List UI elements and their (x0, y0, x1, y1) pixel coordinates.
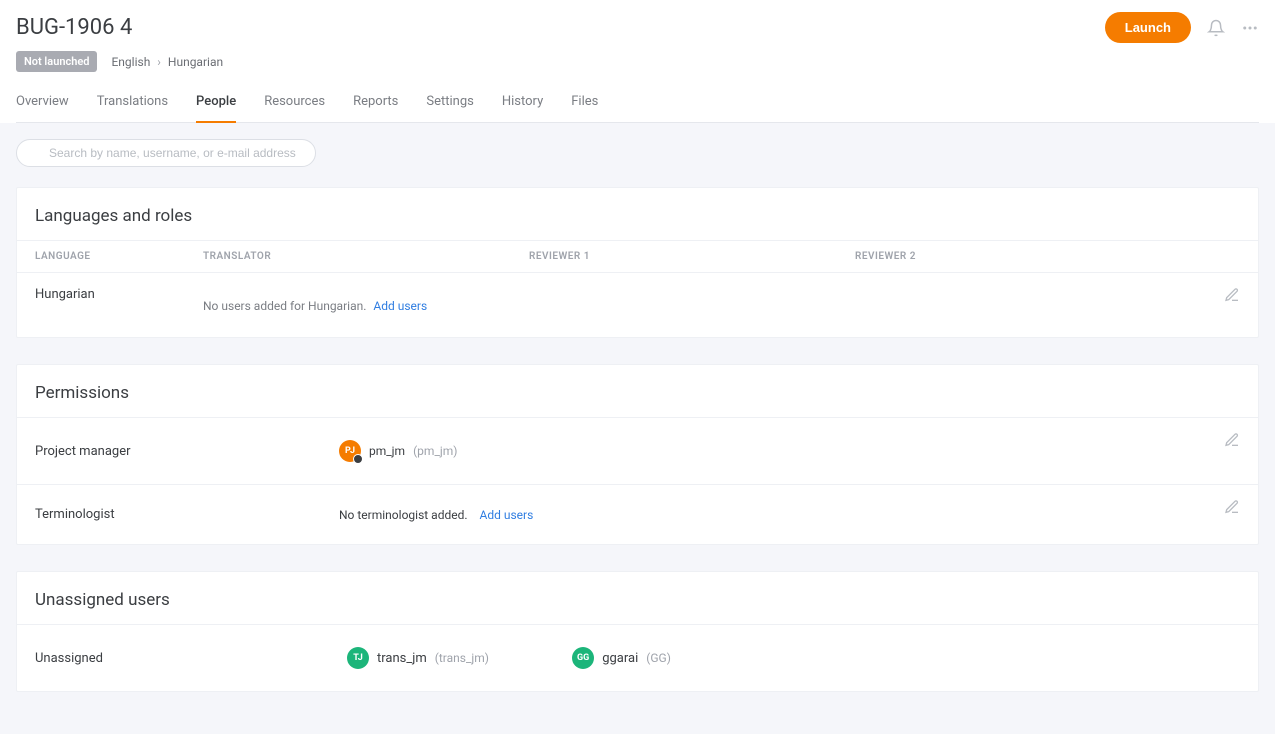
avatar: GG (572, 647, 594, 669)
user-display: trans_jm (377, 651, 427, 666)
avatar: PJ (339, 440, 361, 462)
notifications-icon[interactable] (1207, 19, 1225, 37)
perm-value-pm: PJ pm_jm (pm_jm) (339, 440, 1240, 462)
user-chip[interactable]: TJ trans_jm (trans_jm) (347, 647, 489, 669)
tab-settings[interactable]: Settings (426, 86, 473, 123)
lang-from: English (111, 55, 150, 69)
tab-files[interactable]: Files (571, 86, 598, 123)
permissions-title: Permissions (17, 365, 1258, 417)
perm-empty-text: No terminologist added. (339, 508, 468, 522)
unassigned-label: Unassigned (35, 651, 347, 666)
unassigned-title: Unassigned users (17, 572, 1258, 624)
languages-table-header: LANGUAGE TRANSLATOR REVIEWER 1 REVIEWER … (17, 240, 1258, 273)
perm-value-term: No terminologist added. Add users (339, 508, 1240, 522)
unassigned-users: TJ trans_jm (trans_jm) GG ggarai (GG) (347, 647, 751, 669)
add-users-link[interactable]: Add users (480, 508, 534, 522)
row-empty-text: No users added for Hungarian. (203, 299, 366, 313)
sub-header: Not launched English › Hungarian (16, 51, 1259, 86)
user-display: ggarai (602, 651, 638, 666)
col-translator: TRANSLATOR (203, 251, 529, 262)
user-chip[interactable]: GG ggarai (GG) (572, 647, 671, 669)
search-bar (16, 139, 1259, 167)
row-language-name: Hungarian (35, 287, 203, 302)
user-display: pm_jm (369, 444, 405, 458)
perm-label-term: Terminologist (35, 507, 339, 522)
more-icon[interactable] (1241, 19, 1259, 37)
perm-label-pm: Project manager (35, 444, 339, 459)
edit-icon[interactable] (1224, 287, 1240, 307)
title-row: BUG-1906 4 Launch (16, 12, 1259, 51)
languages-roles-title: Languages and roles (17, 188, 1258, 240)
tab-people[interactable]: People (196, 86, 236, 123)
edit-icon[interactable] (1224, 499, 1240, 519)
add-users-link[interactable]: Add users (373, 299, 427, 313)
user-username: (pm_jm) (413, 444, 457, 458)
header-actions: Launch (1105, 12, 1259, 43)
row-empty: No users added for Hungarian. Add users (203, 287, 1240, 313)
language-pair: English › Hungarian (111, 55, 223, 69)
user-username: (trans_jm) (435, 651, 489, 665)
edit-icon[interactable] (1224, 432, 1240, 452)
page-title: BUG-1906 4 (16, 15, 132, 40)
user-username: (GG) (646, 651, 671, 665)
tab-overview[interactable]: Overview (16, 86, 69, 123)
col-reviewer1: REVIEWER 1 (529, 251, 855, 262)
tab-translations[interactable]: Translations (97, 86, 168, 123)
permissions-card: Permissions Project manager PJ pm_jm (pm… (16, 364, 1259, 545)
search-input[interactable] (16, 139, 316, 167)
status-badge: Not launched (16, 51, 97, 72)
languages-roles-card: Languages and roles LANGUAGE TRANSLATOR … (16, 187, 1259, 338)
permission-row-terminologist: Terminologist No terminologist added. Ad… (17, 484, 1258, 544)
chevron-right-icon: › (157, 55, 161, 69)
permission-row-pm: Project manager PJ pm_jm (pm_jm) (17, 417, 1258, 484)
tab-resources[interactable]: Resources (264, 86, 325, 123)
tab-history[interactable]: History (502, 86, 543, 123)
tab-reports[interactable]: Reports (353, 86, 398, 123)
unassigned-row: Unassigned TJ trans_jm (trans_jm) GG gga… (17, 624, 1258, 691)
avatar: TJ (347, 647, 369, 669)
tabs: Overview Translations People Resources R… (16, 86, 1259, 123)
col-language: LANGUAGE (35, 251, 203, 262)
language-row: Hungarian No users added for Hungarian. … (17, 273, 1258, 337)
lang-to: Hungarian (168, 55, 223, 69)
content: Languages and roles LANGUAGE TRANSLATOR … (0, 123, 1275, 734)
header: BUG-1906 4 Launch Not launched English ›… (0, 0, 1275, 123)
unassigned-card: Unassigned users Unassigned TJ trans_jm … (16, 571, 1259, 692)
launch-button[interactable]: Launch (1105, 12, 1191, 43)
col-reviewer2: REVIEWER 2 (855, 251, 1240, 262)
